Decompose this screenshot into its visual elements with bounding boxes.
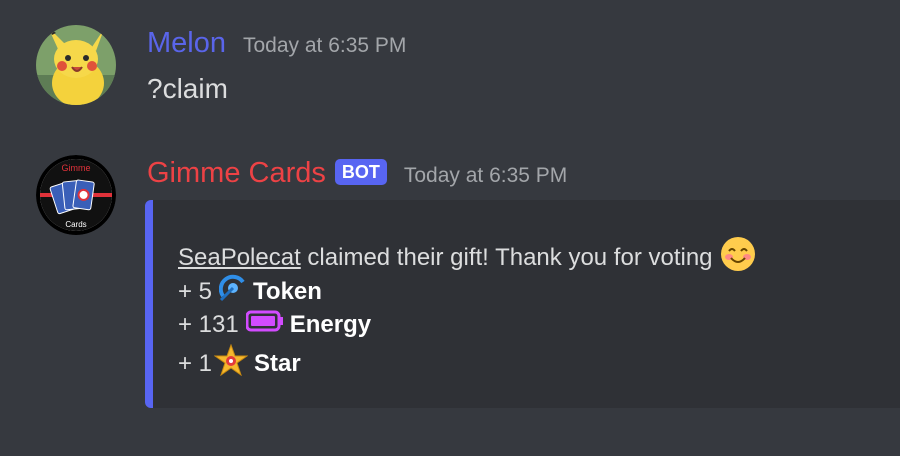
reward-row-token: + 5 Token — [178, 274, 322, 309]
reward-row-energy: + 131 Energy — [178, 310, 371, 339]
message-header: Melon Today at 6:35 PM — [147, 27, 406, 60]
gimme-cards-logo-icon: Gimme Cards — [36, 155, 116, 235]
token-icon — [218, 274, 247, 309]
avatar-text-bottom: Cards — [65, 220, 86, 229]
timestamp: Today at 6:35 PM — [243, 34, 407, 57]
embed-description: SeaPolecat claimed their gift! Thank you… — [178, 236, 756, 279]
energy-icon — [245, 310, 284, 339]
smiling-face-icon — [720, 236, 756, 279]
embed-intro-text: claimed their gift! Thank you for voting — [300, 243, 713, 271]
reward-label: Energy — [289, 310, 372, 338]
reward-amount: + 131 — [178, 310, 239, 338]
reward-label: Token — [253, 277, 322, 305]
reward-amount: + 1 — [178, 349, 213, 377]
embed: SeaPolecat claimed their gift! Thank you… — [145, 200, 900, 408]
bot-username[interactable]: Gimme Cards — [147, 157, 326, 190]
user-avatar[interactable] — [36, 25, 116, 105]
avatar-text-top: Gimme — [62, 163, 91, 173]
message-header: Gimme Cards BOT Today at 6:35 PM — [147, 157, 567, 190]
message-content: ?claim — [147, 73, 228, 104]
bot-avatar[interactable]: Gimme Cards — [36, 155, 116, 235]
bot-badge: BOT — [334, 159, 387, 185]
username[interactable]: Melon — [147, 27, 226, 60]
star-icon — [213, 343, 249, 383]
pikachu-avatar-icon — [36, 25, 116, 105]
reward-amount: + 5 — [178, 277, 213, 305]
user-mention[interactable]: SeaPolecat — [178, 244, 301, 272]
timestamp: Today at 6:35 PM — [403, 164, 568, 187]
reward-label: Star — [254, 349, 301, 377]
reward-row-star: + 1 Star — [178, 343, 301, 383]
